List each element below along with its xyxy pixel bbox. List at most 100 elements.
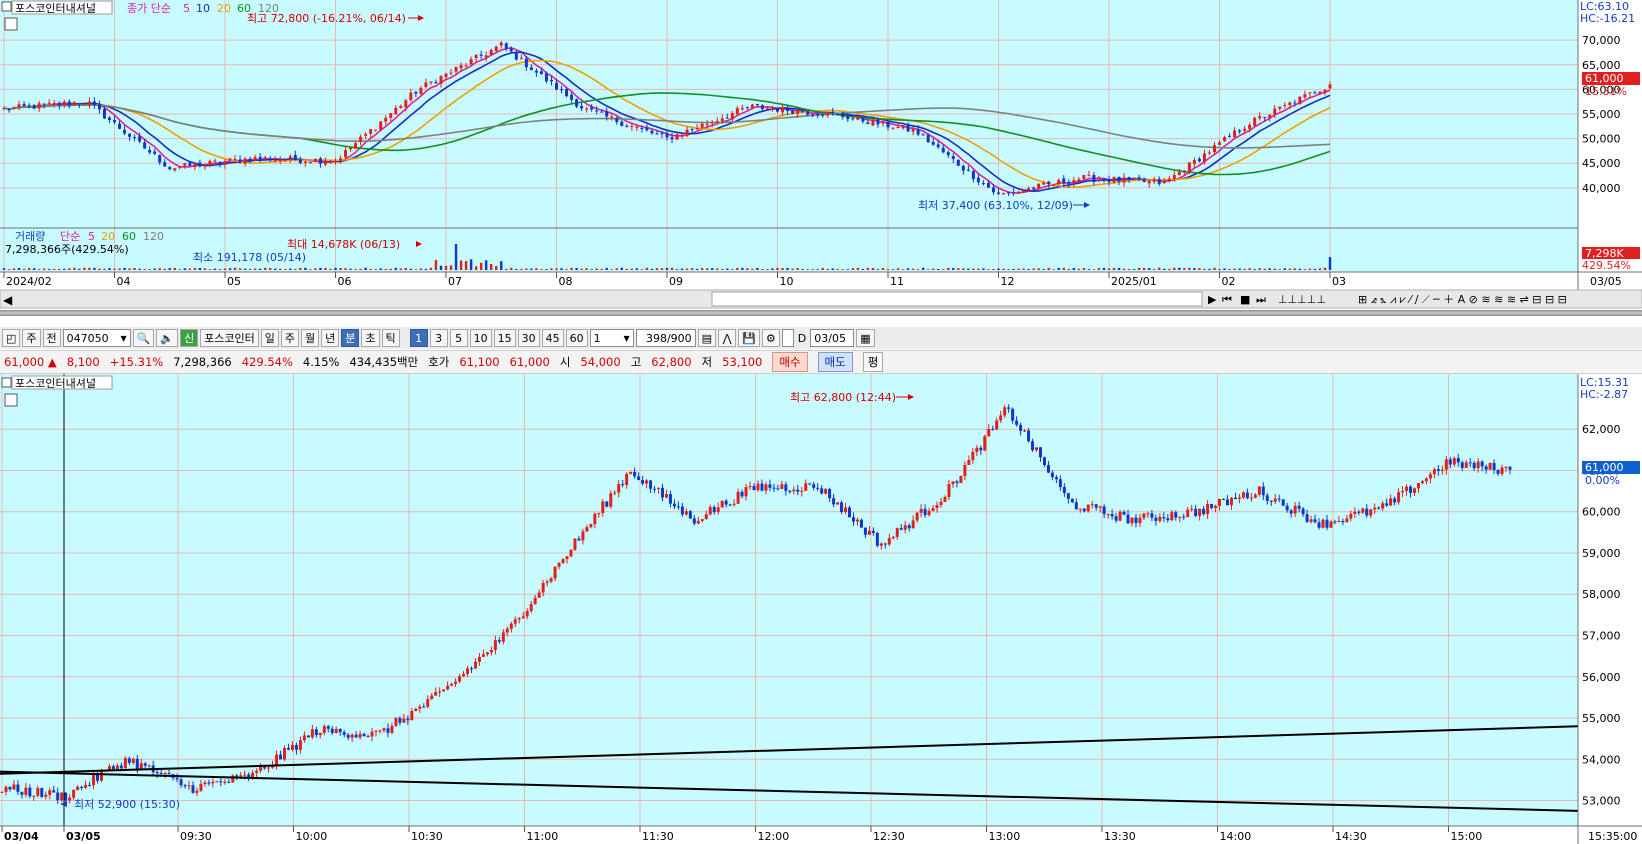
minute-candle bbox=[796, 489, 800, 492]
period-minute[interactable]: 분 bbox=[341, 329, 360, 347]
scroll-thumb[interactable] bbox=[711, 291, 1203, 307]
daily-candle bbox=[364, 134, 368, 136]
daily-candle bbox=[765, 108, 769, 110]
minute-candle bbox=[748, 486, 752, 488]
volume-bar bbox=[675, 269, 679, 270]
left-btn-1[interactable]: 주 bbox=[22, 329, 41, 347]
scroll-left-icon[interactable]: ◀ bbox=[3, 293, 13, 307]
volume-bar bbox=[766, 268, 769, 270]
minute-3[interactable]: 3 bbox=[429, 329, 448, 347]
calendar-icon[interactable]: ▦ bbox=[856, 329, 875, 347]
period-month[interactable]: 월 bbox=[301, 329, 320, 347]
code-input[interactable]: 047050 ▼ bbox=[62, 329, 131, 347]
lower-y-tick: 60,000 bbox=[1582, 506, 1621, 519]
panel-splitter[interactable] bbox=[0, 310, 1642, 316]
volume-bar bbox=[339, 267, 342, 270]
minute-45[interactable]: 45 bbox=[541, 329, 564, 347]
draw-tools-icon[interactable]: ⊞ ⦨ ⦩ ⩘ ⩗ ⁄ ∕ ⟋ ─ ＋ A ⊘ ≋ ≋ ≋ ⇌ ⊟ ⊟ ⊟ bbox=[1358, 293, 1567, 306]
sell-button[interactable]: 매도 bbox=[817, 352, 853, 372]
minute-candle bbox=[481, 654, 485, 657]
daily-candle bbox=[1027, 188, 1031, 191]
zoom-slider-icon[interactable]: ⊥⊥⊥⊥⊥ bbox=[1278, 293, 1326, 306]
daily-candle bbox=[449, 72, 453, 74]
volume-bar bbox=[419, 268, 423, 270]
date-field[interactable]: 03/05 bbox=[810, 329, 855, 347]
minute-1[interactable]: 1 bbox=[409, 329, 428, 347]
buy-button[interactable]: 매수 bbox=[772, 352, 808, 372]
stock-name-button[interactable]: 포스코인터 bbox=[200, 329, 259, 347]
daily-candle bbox=[600, 111, 604, 113]
sound-icon[interactable]: 🔈 bbox=[156, 329, 179, 347]
chevron-down-icon[interactable]: ▼ bbox=[121, 334, 127, 343]
minute-15[interactable]: 15 bbox=[493, 329, 516, 347]
period-second[interactable]: 초 bbox=[361, 329, 380, 347]
gear-icon[interactable]: ⚙ bbox=[761, 329, 780, 347]
left-btn-2[interactable]: 전 bbox=[42, 329, 61, 347]
minute-candle bbox=[1277, 498, 1281, 500]
daily-candle bbox=[293, 154, 297, 161]
daily-candle bbox=[831, 111, 835, 113]
forward-icon[interactable]: ⏭ bbox=[1256, 293, 1266, 306]
volume-bar bbox=[490, 263, 493, 270]
bar-count-field[interactable]: 398 /900 bbox=[635, 329, 696, 347]
save-icon[interactable]: 💾 bbox=[738, 329, 760, 347]
minute-candle bbox=[692, 518, 696, 524]
count-chevron-icon[interactable]: ▼ bbox=[624, 334, 630, 343]
minute-candle bbox=[716, 507, 720, 513]
window-icon[interactable]: ◰ bbox=[2, 329, 21, 347]
minute-candle bbox=[1321, 519, 1325, 528]
average-button[interactable]: 평 bbox=[862, 352, 884, 372]
daily-candle bbox=[379, 121, 383, 130]
grid-icon[interactable] bbox=[4, 17, 18, 31]
split-icon[interactable]: ▤ bbox=[697, 329, 717, 347]
volume-bar bbox=[1102, 267, 1106, 270]
minute-5[interactable]: 5 bbox=[449, 329, 468, 347]
period-week[interactable]: 주 bbox=[280, 329, 300, 347]
period-year[interactable]: 년 bbox=[321, 329, 340, 347]
volume-bar bbox=[540, 269, 543, 270]
search-icon[interactable]: 🔍 bbox=[132, 329, 155, 347]
minute-candle bbox=[593, 513, 597, 525]
chart-tools[interactable]: ▶ ⏮ ■ ⏭ ⊥⊥⊥⊥⊥ ⊞ ⦨ ⦩ ⩘ ⩗ ⁄ ∕ ⟋ ─ ＋ A ⊘ ≋ … bbox=[1208, 293, 1567, 306]
d-checkbox[interactable] bbox=[781, 329, 794, 347]
minute-30[interactable]: 30 bbox=[517, 329, 540, 347]
minute-candle bbox=[1381, 503, 1385, 509]
rewind-icon[interactable]: ⏮ bbox=[1222, 293, 1232, 306]
minute-candle bbox=[573, 538, 577, 550]
minute-candle bbox=[951, 481, 955, 485]
daily-candle bbox=[444, 73, 448, 78]
stop-icon[interactable]: ■ bbox=[1240, 293, 1250, 306]
scroll-prev-icon[interactable]: ▶ bbox=[1208, 293, 1217, 306]
minute-60[interactable]: 60 bbox=[565, 329, 588, 347]
volume-bar bbox=[1173, 267, 1176, 270]
minute-10[interactable]: 10 bbox=[469, 329, 492, 347]
daily-candle bbox=[1258, 116, 1262, 119]
minute-candle bbox=[24, 787, 28, 795]
minute-candle bbox=[68, 797, 72, 801]
daily-candle bbox=[986, 182, 990, 188]
minute-candle bbox=[290, 744, 294, 750]
lower-menu-icon[interactable] bbox=[1, 377, 12, 388]
minute-candle bbox=[470, 668, 474, 670]
menu-icon[interactable] bbox=[1, 1, 12, 12]
period-tick[interactable]: 틱 bbox=[381, 329, 400, 347]
volume-bar bbox=[515, 269, 518, 270]
volume-bar bbox=[138, 268, 141, 270]
lower-grid-icon[interactable] bbox=[4, 393, 18, 407]
upper-date-label: 04 bbox=[117, 275, 131, 288]
volume-bar bbox=[168, 268, 171, 270]
minute-candle bbox=[764, 484, 768, 491]
minute-candle bbox=[808, 483, 812, 485]
volume-bar bbox=[1258, 268, 1261, 270]
pattern-icon[interactable]: ⋀ bbox=[718, 329, 737, 347]
count-select[interactable]: 1 ▼ bbox=[589, 329, 634, 347]
daily-candle bbox=[1313, 92, 1317, 94]
daily-candle bbox=[1127, 177, 1131, 180]
minute-candle bbox=[1210, 503, 1214, 509]
volume-bar bbox=[1022, 268, 1025, 270]
minute-candle bbox=[36, 788, 40, 796]
daily-candle bbox=[886, 121, 890, 128]
period-day[interactable]: 일 bbox=[260, 329, 279, 347]
daily-candle bbox=[640, 128, 644, 130]
daily-candle bbox=[47, 102, 51, 104]
